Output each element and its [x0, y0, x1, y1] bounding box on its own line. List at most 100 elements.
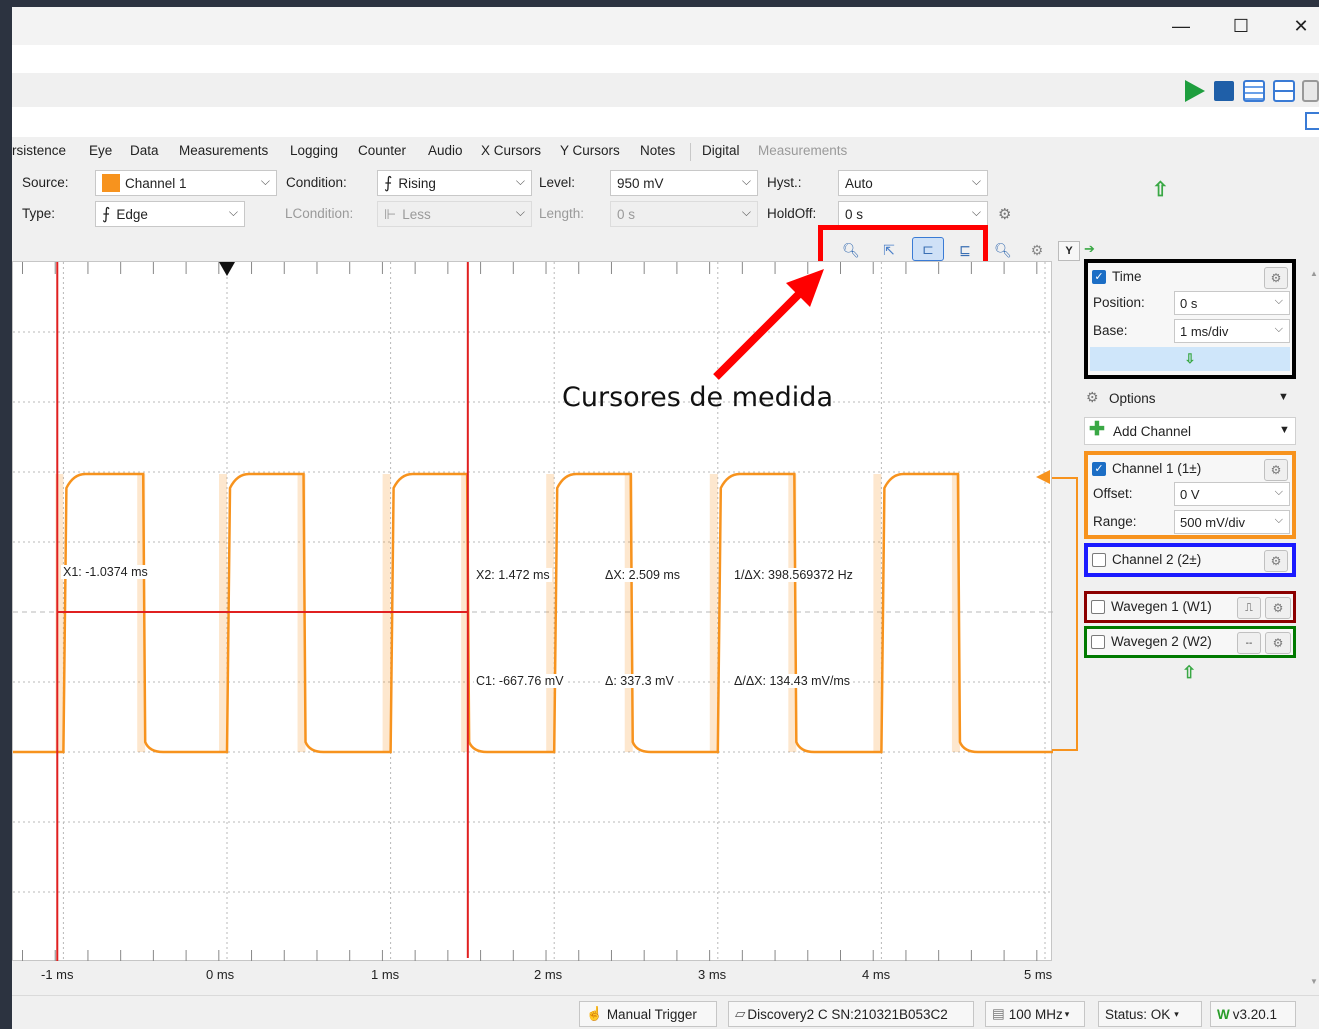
tab-measurements-disabled: Measurements: [758, 143, 848, 158]
tab-logging[interactable]: Logging: [290, 143, 338, 158]
tab-notes[interactable]: Notes: [640, 143, 675, 158]
chevron-down-icon: ⌵: [971, 205, 981, 219]
position-select[interactable]: 0 s ⌵: [1174, 291, 1290, 315]
trigger-position-marker: [219, 262, 235, 276]
dx-readout: ΔX: 2.509 ms: [603, 568, 683, 582]
maximize-button[interactable]: ☐: [1218, 11, 1264, 41]
settings-gear-icon[interactable]: [1302, 80, 1319, 102]
plot-toolbar: 🔍︎ ⇱ ⊏ ⊑ 🔍︎ ⚙ Y ➔: [12, 225, 1095, 275]
base-select[interactable]: 1 ms/div ⌵: [1174, 319, 1290, 343]
time-checkbox[interactable]: ✓: [1092, 270, 1106, 284]
add-channel-label: Add Channel: [1113, 424, 1192, 439]
type-value: Edge: [116, 206, 148, 222]
options-dropdown-icon[interactable]: ▼: [1278, 391, 1289, 403]
frequency-button[interactable]: ▤ 100 MHz ▾: [985, 1001, 1085, 1027]
side-scrollbar[interactable]: ▲ ▼: [1310, 269, 1318, 989]
condition-value: Rising: [398, 175, 436, 191]
plot-settings-gear-icon[interactable]: ⚙: [1026, 239, 1048, 261]
holdoff-label: HoldOff:: [767, 206, 817, 221]
version-button[interactable]: W v3.20.1: [1210, 1001, 1296, 1027]
edge-shade: [546, 474, 555, 752]
manual-trigger-button[interactable]: ☝ Manual Trigger: [579, 1001, 717, 1027]
tab-audio[interactable]: Audio: [428, 143, 463, 158]
offset-select[interactable]: 0 V ⌵: [1174, 482, 1290, 506]
expand-down-arrow-icon[interactable]: ⇩: [1090, 347, 1290, 371]
x-tick-label: 3 ms: [698, 967, 727, 982]
status-button[interactable]: Status: OK ▾: [1098, 1001, 1202, 1027]
square-wave-icon[interactable]: ⎍: [1237, 597, 1261, 619]
hand-icon: ☝: [586, 1006, 603, 1021]
tab-x-cursors[interactable]: X Cursors: [481, 143, 541, 158]
toolbar-strip: [12, 107, 1319, 137]
minimize-button[interactable]: —: [1158, 11, 1204, 41]
dock-window-icon[interactable]: [1305, 112, 1319, 130]
lcondition-value: Less: [402, 206, 431, 222]
range-select[interactable]: 500 mV/div ⌵: [1174, 510, 1290, 534]
time-settings-gear-icon[interactable]: ⚙: [1264, 267, 1288, 289]
channel1-settings-gear-icon[interactable]: ⚙: [1264, 459, 1288, 481]
chevron-down-icon: ⌵: [228, 205, 238, 219]
collapse-up-arrow-icon[interactable]: ⇧: [1182, 663, 1196, 683]
wavegen1-checkbox[interactable]: [1091, 600, 1105, 614]
x-axis: -1 ms 0 ms 1 ms 2 ms 3 ms 4 ms 5 ms: [12, 961, 1082, 995]
source-value: Channel 1: [125, 175, 187, 191]
channel1-range-bracket: [1052, 477, 1078, 751]
layout-stack-icon[interactable]: [1243, 80, 1265, 102]
oscilloscope-plot[interactable]: X1: -1.0374 ms X2: 1.472 ms ΔX: 2.509 ms…: [12, 261, 1053, 962]
status-label: Status: OK: [1105, 1006, 1171, 1022]
options-label[interactable]: Options: [1109, 391, 1156, 406]
channel2-checkbox[interactable]: [1092, 553, 1106, 567]
add-channel-button[interactable]: ✚ Add Channel ▼: [1084, 417, 1296, 445]
manual-trigger-label: Manual Trigger: [606, 1006, 697, 1022]
channel1-offset-marker[interactable]: [1036, 470, 1050, 484]
tab-counter[interactable]: Counter: [358, 143, 406, 158]
dc-wave-icon[interactable]: --: [1237, 632, 1261, 654]
trigger-settings-gear-icon[interactable]: ⚙: [998, 205, 1011, 223]
layout-split-icon[interactable]: [1273, 80, 1295, 102]
source-select[interactable]: Channel 1 ⌵: [95, 170, 277, 196]
waveforms-logo-icon: W: [1217, 1006, 1230, 1022]
level-select[interactable]: 950 mV ⌵: [610, 170, 758, 196]
wavegen1-box: Wavegen 1 (W1) ⎍ ⚙: [1084, 591, 1296, 623]
close-button[interactable]: ✕: [1278, 11, 1319, 41]
channel1-checkbox[interactable]: ✓: [1092, 462, 1106, 476]
stop-icon[interactable]: [1214, 81, 1234, 101]
tab-persistence[interactable]: rsistence: [12, 143, 66, 158]
scroll-down-icon[interactable]: ▼: [1310, 977, 1318, 986]
y-axis-button[interactable]: Y: [1058, 241, 1080, 261]
tab-data[interactable]: Data: [130, 143, 159, 158]
annotation-label: Cursores de medida: [562, 382, 833, 413]
dropdown-arrow-icon: ▼: [1279, 424, 1290, 436]
wavegen1-settings-gear-icon[interactable]: ⚙: [1265, 597, 1291, 619]
annotation-arrow: [713, 269, 824, 380]
channel-color-swatch: [102, 174, 120, 192]
condition-label: Condition:: [286, 175, 347, 190]
edge-shade: [873, 474, 882, 752]
slope-readout: Δ/ΔX: 134.43 mV/ms: [732, 674, 853, 688]
zoom-fit-icon[interactable]: 🔍︎: [992, 239, 1014, 261]
tab-y-cursors[interactable]: Y Cursors: [560, 143, 620, 158]
dy-readout: Δ: 337.3 mV: [603, 674, 676, 688]
scroll-up-icon[interactable]: ▲: [1310, 269, 1318, 278]
collapse-up-arrow-icon[interactable]: ⇧: [1152, 177, 1169, 202]
tab-measurements[interactable]: Measurements: [179, 143, 268, 158]
device-button[interactable]: ▱ Discovery2 C SN:210321B053C2: [728, 1001, 974, 1027]
run-icon[interactable]: [1185, 80, 1205, 102]
condition-select[interactable]: ⨍ Rising ⌵: [377, 170, 532, 196]
main-toolbar: [12, 73, 1319, 107]
tab-eye[interactable]: Eye: [89, 143, 112, 158]
hyst-select[interactable]: Auto ⌵: [838, 170, 988, 196]
device-icon: ▱: [735, 1006, 746, 1021]
side-panel: ✓ Time ⚙ Position: 0 s ⌵ Base: 1 ms/div …: [1082, 255, 1319, 995]
wavegen2-checkbox[interactable]: [1091, 635, 1105, 649]
wavegen2-settings-gear-icon[interactable]: ⚙: [1265, 632, 1291, 654]
x-tick-label: -1 ms: [41, 967, 74, 982]
tab-digital[interactable]: Digital: [702, 143, 740, 158]
holdoff-select[interactable]: 0 s ⌵: [838, 201, 988, 227]
length-label: Length:: [539, 206, 585, 221]
chevron-down-icon: ⌵: [1274, 486, 1283, 498]
type-select[interactable]: ⨍ Edge ⌵: [95, 201, 245, 227]
channel2-settings-gear-icon[interactable]: ⚙: [1264, 550, 1288, 572]
plus-icon: ✚: [1089, 419, 1105, 440]
holdoff-value: 0 s: [845, 206, 864, 222]
